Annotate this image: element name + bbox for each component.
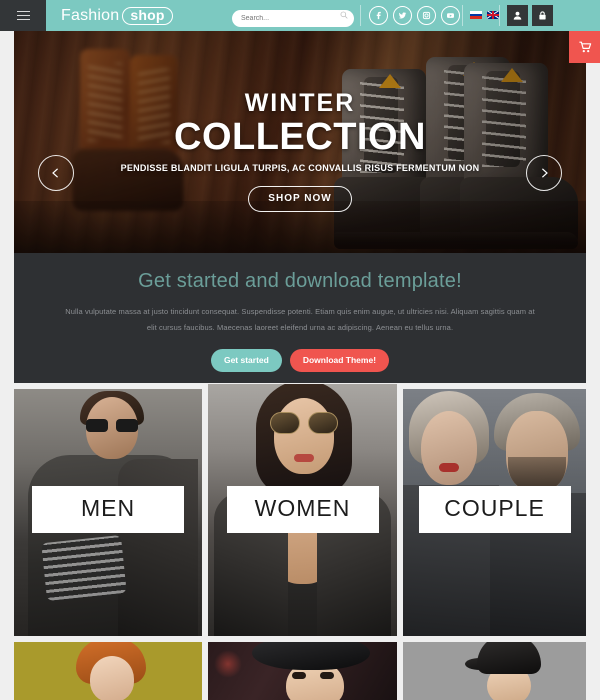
youtube-icon[interactable]	[441, 6, 460, 25]
cart-button[interactable]	[569, 31, 600, 63]
site-header: Fashion shop	[0, 0, 600, 31]
category-label-couple: COUPLE	[418, 486, 571, 533]
flag-uk[interactable]	[487, 11, 499, 19]
hero-slider: WINTER COLLECTION PENDISSE BLANDIT LIGUL…	[14, 31, 586, 253]
site-logo[interactable]: Fashion shop	[61, 6, 173, 25]
promo-section: Get started and download template! Nulla…	[14, 253, 586, 383]
account-buttons	[507, 5, 553, 26]
search-input[interactable]	[232, 10, 354, 27]
header-divider-1	[360, 5, 361, 26]
slider-next-arrow-icon[interactable]	[526, 155, 562, 191]
search-box[interactable]	[232, 7, 354, 27]
get-started-button[interactable]: Get started	[210, 348, 282, 372]
category-tile-couple[interactable]: COUPLE	[403, 389, 586, 636]
user-account-icon[interactable]	[507, 5, 528, 26]
language-switcher	[470, 11, 499, 19]
social-links	[369, 6, 460, 25]
logo-text: Fashion	[61, 6, 120, 24]
promo-heading: Get started and download template!	[138, 270, 462, 292]
cart-icon	[578, 41, 591, 53]
download-theme-button[interactable]: Download Theme!	[289, 348, 390, 372]
category-label-men: MEN	[32, 486, 184, 533]
instagram-icon[interactable]	[417, 6, 436, 25]
category-tile-kids[interactable]	[14, 642, 202, 700]
hamburger-menu-icon[interactable]	[0, 0, 46, 31]
logo-badge: shop	[122, 6, 173, 25]
search-icon	[340, 11, 348, 19]
twitter-icon[interactable]	[393, 6, 412, 25]
lock-login-icon[interactable]	[532, 5, 553, 26]
shop-now-button[interactable]: SHOP NOW	[248, 186, 352, 212]
category-label-women: WOMEN	[226, 486, 379, 533]
header-divider-3	[499, 5, 500, 26]
category-grid: MEN WOMEN COUPLE	[14, 384, 586, 700]
hamburger-bars	[16, 8, 30, 23]
promo-buttons: Get started Download Theme!	[14, 348, 586, 372]
category-image-kids	[14, 642, 202, 700]
category-tile-men[interactable]: MEN	[14, 389, 202, 636]
slider-prev-arrow-icon[interactable]	[38, 155, 74, 191]
facebook-icon[interactable]	[369, 6, 388, 25]
category-tile-caps[interactable]	[403, 642, 586, 700]
hero-title-line1: WINTER	[244, 89, 356, 117]
category-image-hats	[208, 642, 397, 700]
hero-subtitle: PENDISSE BLANDIT LIGULA TURPIS, AC CONVA…	[120, 163, 480, 173]
hero-content: WINTER COLLECTION PENDISSE BLANDIT LIGUL…	[14, 31, 586, 253]
category-image-caps	[403, 642, 586, 700]
promo-paragraph: Nulla vulputate massa at justo tincidunt…	[65, 307, 535, 332]
header-divider-2	[462, 5, 463, 26]
flag-russia[interactable]	[470, 11, 482, 19]
hero-title-line2: COLLECTION	[174, 116, 426, 158]
category-tile-women[interactable]: WOMEN	[208, 384, 397, 636]
category-tile-hats[interactable]	[208, 642, 397, 700]
page-root: Fashion shop Search... WINTER COLLECTION…	[0, 0, 600, 700]
